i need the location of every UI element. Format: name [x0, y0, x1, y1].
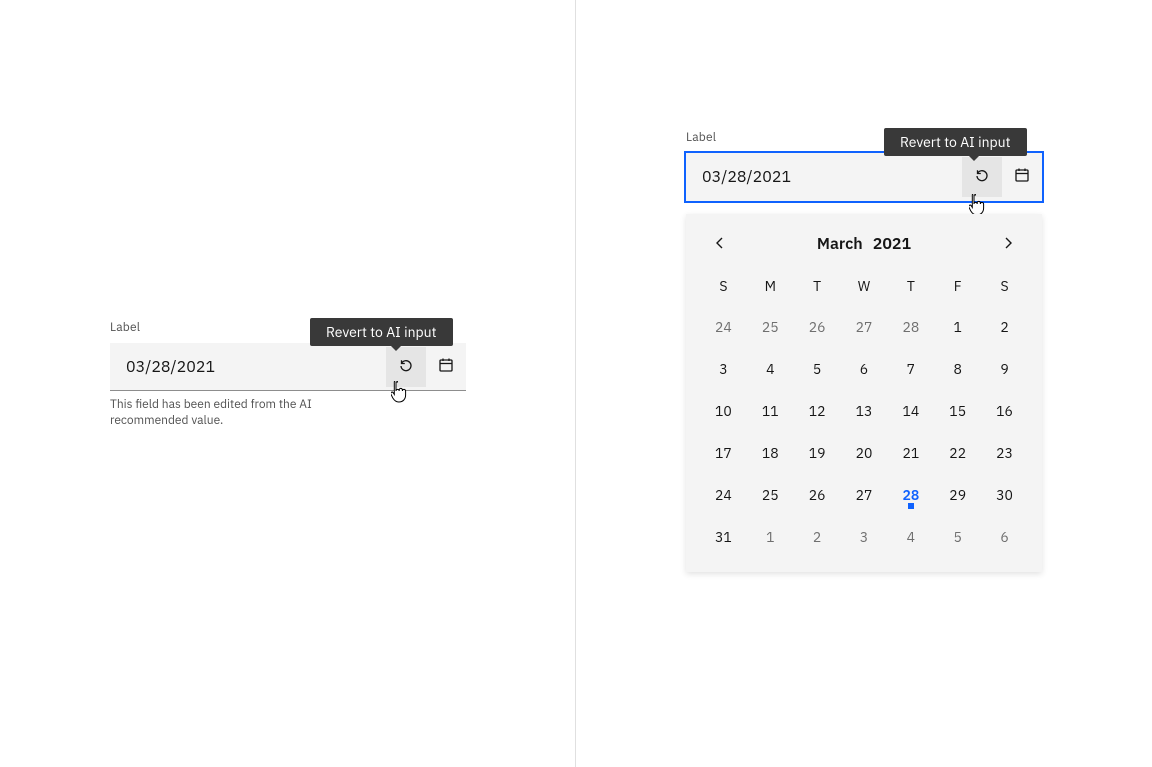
weekday-header: S	[700, 266, 747, 306]
prev-month-button[interactable]	[700, 224, 740, 264]
calendar-day[interactable]: 8	[934, 348, 981, 390]
calendar-title: March 2021	[817, 234, 911, 254]
next-month-button[interactable]	[988, 224, 1028, 264]
calendar-day[interactable]: 12	[794, 390, 841, 432]
calendar-day[interactable]: 28	[887, 474, 934, 516]
calendar-day[interactable]: 27	[841, 306, 888, 348]
date-value: 03/28/2021	[126, 357, 386, 377]
calendar-day[interactable]: 18	[747, 432, 794, 474]
revert-button[interactable]	[962, 157, 1002, 197]
weekday-header: T	[887, 266, 934, 306]
calendar-day[interactable]: 10	[700, 390, 747, 432]
undo-icon	[398, 357, 414, 376]
calendar-day[interactable]: 23	[981, 432, 1028, 474]
calendar-day[interactable]: 25	[747, 306, 794, 348]
calendar-day[interactable]: 7	[887, 348, 934, 390]
calendar-day[interactable]: 30	[981, 474, 1028, 516]
calendar-year: 2021	[873, 234, 911, 254]
calendar-day[interactable]: 21	[887, 432, 934, 474]
undo-icon	[974, 167, 990, 186]
date-input-field[interactable]: 03/28/2021	[110, 343, 466, 391]
calendar-icon	[438, 357, 454, 376]
calendar-day[interactable]: 9	[981, 348, 1028, 390]
revert-tooltip: Revert to AI input	[884, 128, 1027, 156]
calendar-day[interactable]: 5	[934, 516, 981, 558]
panel-divider	[575, 0, 576, 767]
calendar-day[interactable]: 27	[841, 474, 888, 516]
calendar-day[interactable]: 16	[981, 390, 1028, 432]
calendar-header: March 2021	[700, 222, 1028, 266]
calendar-day[interactable]: 17	[700, 432, 747, 474]
calendar-day[interactable]: 4	[887, 516, 934, 558]
calendar-day[interactable]: 20	[841, 432, 888, 474]
calendar-day[interactable]: 2	[981, 306, 1028, 348]
tooltip-text: Revert to AI input	[326, 323, 437, 341]
date-input-field[interactable]: 03/28/2021	[686, 153, 1042, 201]
calendar-day[interactable]: 11	[747, 390, 794, 432]
calendar-day[interactable]: 1	[934, 306, 981, 348]
date-value: 03/28/2021	[702, 167, 962, 187]
weekday-header: S	[981, 266, 1028, 306]
open-calendar-button[interactable]	[1002, 157, 1042, 197]
calendar-day[interactable]: 26	[794, 474, 841, 516]
chevron-right-icon	[1002, 237, 1014, 252]
calendar-day[interactable]: 15	[934, 390, 981, 432]
weekday-row: SMTWTFS	[700, 266, 1028, 306]
calendar-day[interactable]: 19	[794, 432, 841, 474]
calendar-day[interactable]: 3	[700, 348, 747, 390]
calendar-day[interactable]: 31	[700, 516, 747, 558]
calendar-day[interactable]: 25	[747, 474, 794, 516]
weekday-header: F	[934, 266, 981, 306]
weekday-header: M	[747, 266, 794, 306]
chevron-left-icon	[714, 237, 726, 252]
weekday-header: T	[794, 266, 841, 306]
calendar-day[interactable]: 13	[841, 390, 888, 432]
calendar-day[interactable]: 24	[700, 306, 747, 348]
calendar-day[interactable]: 6	[981, 516, 1028, 558]
calendar-day[interactable]: 5	[794, 348, 841, 390]
calendar-icon	[1014, 167, 1030, 186]
calendar-day[interactable]: 29	[934, 474, 981, 516]
calendar-day[interactable]: 24	[700, 474, 747, 516]
calendar-day[interactable]: 14	[887, 390, 934, 432]
helper-text: This field has been edited from the AI r…	[110, 397, 370, 429]
calendar-day[interactable]: 26	[794, 306, 841, 348]
calendar-panel: March 2021 SMTWTFS 242526272812345678910…	[686, 214, 1042, 572]
calendar-month: March	[817, 234, 863, 254]
calendar-day[interactable]: 6	[841, 348, 888, 390]
revert-tooltip: Revert to AI input	[310, 318, 453, 346]
calendar-day[interactable]: 2	[794, 516, 841, 558]
calendar-day[interactable]: 22	[934, 432, 981, 474]
open-calendar-button[interactable]	[426, 347, 466, 387]
calendar-day[interactable]: 28	[887, 306, 934, 348]
tooltip-text: Revert to AI input	[900, 133, 1011, 151]
days-grid: 2425262728123456789101112131415161718192…	[700, 306, 1028, 558]
calendar-day[interactable]: 3	[841, 516, 888, 558]
weekday-header: W	[841, 266, 888, 306]
calendar-day[interactable]: 1	[747, 516, 794, 558]
calendar-day[interactable]: 4	[747, 348, 794, 390]
